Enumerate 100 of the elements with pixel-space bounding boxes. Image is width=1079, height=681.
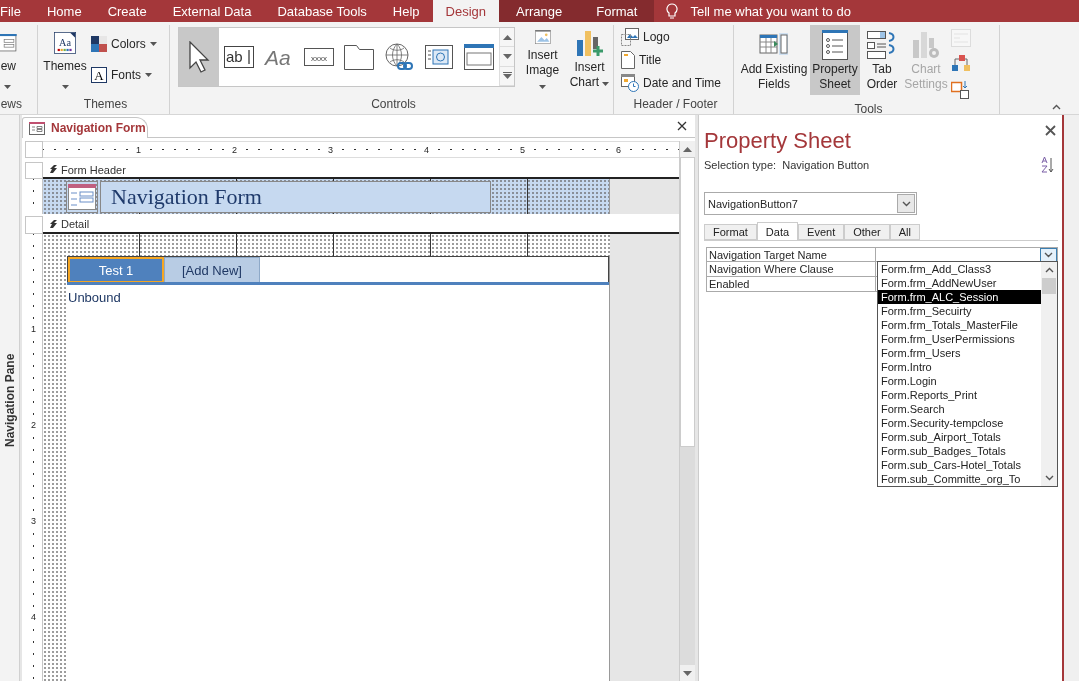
dropdown-option[interactable]: Form.sub_Cars-Hotel_Totals bbox=[878, 458, 1041, 472]
scroll-thumb[interactable] bbox=[1042, 278, 1056, 294]
ruler-number: 2 bbox=[31, 420, 36, 430]
group-label: Tools bbox=[853, 101, 884, 117]
ribbon-tab[interactable]: External Data bbox=[159, 0, 265, 22]
page-icon bbox=[621, 51, 635, 69]
control-tool[interactable] bbox=[179, 28, 219, 86]
gallery-down-button[interactable] bbox=[500, 47, 514, 67]
scroll-down-icon bbox=[1044, 475, 1054, 481]
ribbon-tab[interactable]: Help bbox=[379, 0, 433, 22]
dropdown-option[interactable]: Form.sub_Committe_org_To bbox=[878, 472, 1041, 486]
insert-chart-button[interactable]: Insert Chart bbox=[566, 25, 613, 95]
subform-icon bbox=[951, 29, 971, 47]
header-footer-button[interactable]: Logo bbox=[618, 26, 673, 48]
control-tool[interactable]: Aa bbox=[259, 28, 299, 86]
section-bar[interactable]: Form Header bbox=[43, 162, 679, 179]
property-tab[interactable]: All bbox=[889, 224, 920, 240]
control-tool[interactable]: xxxx bbox=[299, 28, 339, 86]
navigation-button[interactable]: Test 1 bbox=[68, 257, 164, 283]
sort-button[interactable] bbox=[1041, 156, 1055, 174]
fonts-icon: A bbox=[91, 67, 107, 83]
dropdown-option[interactable]: Form.frm_AddNewUser bbox=[878, 276, 1041, 290]
chevron-up-icon bbox=[1052, 104, 1061, 110]
ruler-number: 1 bbox=[31, 324, 36, 334]
dropdown-option[interactable]: Form.Login bbox=[878, 374, 1041, 388]
property-tab[interactable]: Event bbox=[798, 224, 845, 240]
close-button[interactable] bbox=[1045, 125, 1056, 136]
list-scrollbar[interactable] bbox=[1041, 262, 1057, 486]
dropdown-option[interactable]: Form.frm_Add_Class3 bbox=[878, 262, 1041, 276]
scroll-thumb[interactable] bbox=[680, 157, 695, 447]
subform-label: Unbound bbox=[67, 289, 122, 305]
property-name: Navigation Where Clause bbox=[706, 262, 876, 277]
dropdown-option[interactable]: Form.frm_ALC_Session bbox=[878, 290, 1041, 304]
ribbon-tab[interactable]: Home bbox=[33, 0, 95, 22]
navigation-button[interactable]: [Add New] bbox=[164, 257, 260, 283]
label-icon: Aa bbox=[264, 45, 294, 69]
dropdown-option[interactable]: Form.frm_Secuirty bbox=[878, 304, 1041, 318]
gallery-more-button[interactable] bbox=[500, 66, 514, 86]
group-label: Themes bbox=[82, 96, 129, 113]
globe-link-icon bbox=[384, 42, 414, 72]
ruler-number: 2 bbox=[231, 144, 238, 155]
dropdown-option[interactable]: Form.sub_Badges_Totals bbox=[878, 444, 1041, 458]
folder-icon bbox=[344, 44, 374, 70]
dropdown-option[interactable]: Form.Intro bbox=[878, 360, 1041, 374]
panel-title: Property Sheet bbox=[704, 128, 851, 154]
tool-button[interactable]: Add Existing Fields bbox=[738, 25, 810, 95]
tool-button[interactable]: Property Sheet bbox=[810, 25, 860, 95]
scroll-up-icon bbox=[1044, 267, 1054, 273]
colors-button[interactable]: Colors bbox=[88, 33, 160, 55]
property-tab[interactable]: Other bbox=[844, 224, 890, 240]
navigation-pane-toggle[interactable]: Navigation Pane bbox=[2, 345, 17, 455]
dropdown-option[interactable]: Form.Search bbox=[878, 402, 1041, 416]
ruler-number: 3 bbox=[327, 144, 334, 155]
scroll-up-button[interactable] bbox=[680, 141, 695, 157]
chart-icon bbox=[575, 28, 604, 58]
dropdown-button[interactable] bbox=[897, 194, 915, 213]
ruler-number: 4 bbox=[31, 612, 36, 622]
ribbon-tab[interactable]: Arrange bbox=[499, 0, 580, 22]
ruler-number: 1 bbox=[135, 144, 142, 155]
gallery-up-button[interactable] bbox=[500, 28, 514, 48]
scroll-up-icon bbox=[683, 146, 692, 152]
tell-me-field[interactable]: Tell me what you want to do bbox=[690, 3, 891, 19]
collapse-ribbon-button[interactable] bbox=[1050, 102, 1063, 112]
form-title-label[interactable]: Navigation Form bbox=[100, 180, 491, 213]
sort-icon bbox=[1041, 156, 1055, 174]
scroll-down-button[interactable] bbox=[680, 665, 695, 681]
close-button[interactable] bbox=[677, 121, 687, 131]
ribbon-tab[interactable]: Design bbox=[432, 0, 500, 22]
control-tool[interactable]: ab bbox=[219, 28, 259, 86]
lightbulb-icon bbox=[666, 2, 679, 20]
ruler-number: 4 bbox=[423, 144, 430, 155]
object-selector[interactable]: NavigationButton7 bbox=[704, 192, 917, 215]
more-icon bbox=[502, 72, 512, 80]
logo-placeholder[interactable] bbox=[66, 180, 98, 213]
group-label: Controls bbox=[370, 96, 417, 113]
ribbon-tab[interactable]: Format bbox=[579, 0, 655, 22]
document-tab[interactable]: Navigation Form bbox=[22, 117, 148, 138]
ribbon-tab[interactable]: Database Tools bbox=[264, 0, 380, 22]
themes-button[interactable]: Aa Themes bbox=[42, 25, 88, 95]
tab-order-icon bbox=[867, 30, 897, 60]
ribbon-tab[interactable]: Create bbox=[94, 0, 160, 22]
dropdown-option[interactable]: Form.Security-tempclose bbox=[878, 416, 1041, 430]
tool-button[interactable]: Tab Order bbox=[860, 25, 904, 95]
header-footer-button[interactable]: Date and Time bbox=[618, 72, 725, 94]
dropdown-option[interactable]: Form.frm_Totals_MasterFile bbox=[878, 318, 1041, 332]
dropdown-option[interactable]: Form.frm_UserPermissions bbox=[878, 332, 1041, 346]
relationships-icon bbox=[951, 55, 971, 73]
dropdown-button[interactable] bbox=[1040, 248, 1057, 262]
property-tab[interactable]: Format bbox=[704, 224, 757, 240]
dropdown-option[interactable]: Form.sub_Airport_Totals bbox=[878, 430, 1041, 444]
insert-image-button[interactable]: Insert Image bbox=[519, 25, 566, 95]
fonts-button[interactable]: A Fonts bbox=[88, 64, 160, 86]
vertical-scrollbar[interactable] bbox=[679, 141, 695, 681]
caret-icon bbox=[602, 82, 610, 86]
scroll-down-icon bbox=[683, 670, 692, 676]
dropdown-option[interactable]: Form.frm_Users bbox=[878, 346, 1041, 360]
dropdown-option[interactable]: Form.Reports_Print bbox=[878, 388, 1041, 402]
header-footer-button[interactable]: Title bbox=[618, 49, 665, 71]
close-icon bbox=[677, 121, 687, 131]
ribbon-tab[interactable]: File bbox=[0, 0, 34, 22]
